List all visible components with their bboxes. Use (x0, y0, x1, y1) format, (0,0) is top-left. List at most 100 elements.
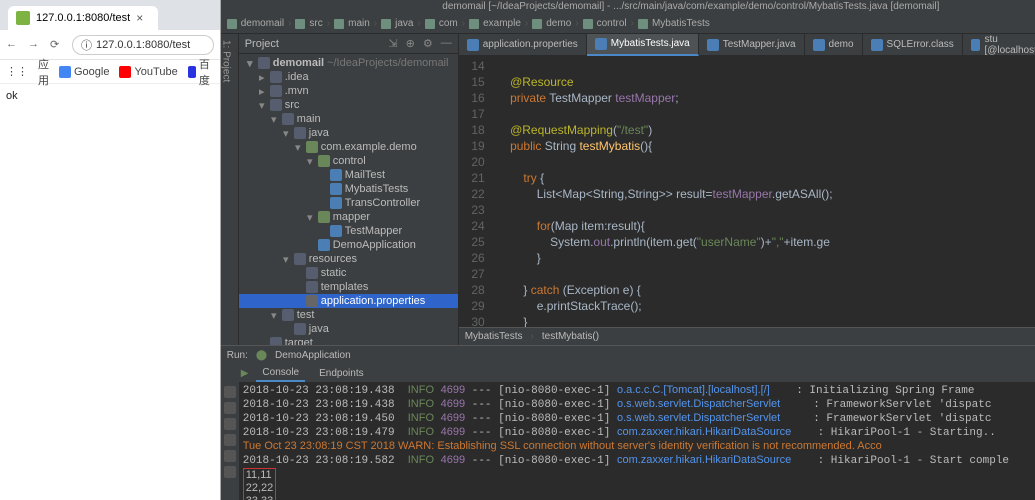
breadcrumb-item[interactable]: java (395, 18, 413, 29)
settings-icon[interactable]: ⚙ (423, 37, 433, 50)
breadcrumb-item[interactable]: demomail (241, 18, 284, 29)
page-content: ok (0, 84, 220, 108)
run-tabs: ▶ Console Endpoints (221, 364, 1035, 382)
hide-icon[interactable]: — (441, 37, 452, 50)
breadcrumb-item[interactable]: src (309, 18, 322, 29)
down-icon[interactable] (224, 418, 236, 430)
folder-icon (270, 99, 282, 111)
editor-tab[interactable]: MybatisTests.java (587, 34, 699, 56)
folder-icon (306, 281, 318, 293)
editor-tab[interactable]: TestMapper.java (699, 34, 805, 56)
stop-icon[interactable] (224, 386, 236, 398)
file-type-icon (707, 39, 719, 51)
project-tree[interactable]: ▾demomail ~/IdeaProjects/demomail▸.idea▸… (239, 54, 458, 345)
console-gutter (221, 382, 239, 500)
console-output[interactable]: 2018-10-23 23:08:19.438 INFO 4699 --- [n… (239, 382, 1035, 500)
tree-item[interactable]: ▾main (239, 112, 458, 126)
youtube-icon (119, 66, 131, 78)
nav-crumb[interactable]: MybatisTests (465, 331, 523, 342)
rerun-icon[interactable]: ▶ (241, 368, 249, 379)
tree-item[interactable]: DemoApplication (239, 238, 458, 252)
tree-item[interactable]: ▾test (239, 308, 458, 322)
tree-item[interactable]: ▾src (239, 98, 458, 112)
tree-item[interactable]: ▸.idea (239, 70, 458, 84)
editor-tab[interactable]: stu [@localhost] (963, 34, 1035, 56)
project-header-label[interactable]: Project (245, 38, 279, 50)
forward-icon[interactable]: → (28, 38, 42, 52)
wrap-icon[interactable] (224, 450, 236, 462)
browser-window: 127.0.0.1:8080/test × ← → ⟳ ⓘ 127.0.0.1:… (0, 0, 221, 500)
class-icon (318, 239, 330, 251)
response-text: ok (6, 90, 18, 102)
tree-item[interactable]: templates (239, 280, 458, 294)
pause-icon[interactable] (224, 402, 236, 414)
breadcrumb-item[interactable]: MybatisTests (652, 18, 710, 29)
folder-icon (294, 253, 306, 265)
tree-item[interactable]: ▾com.example.demo (239, 140, 458, 154)
tree-item[interactable]: TestMapper (239, 224, 458, 238)
close-window-icon[interactable] (229, 2, 239, 12)
tree-item[interactable]: static (239, 266, 458, 280)
run-config-name[interactable]: DemoApplication (275, 350, 351, 361)
url-input[interactable]: ⓘ 127.0.0.1:8080/test (72, 35, 214, 55)
tree-item[interactable]: ▾demomail ~/IdeaProjects/demomail (239, 56, 458, 70)
tree-item[interactable]: MybatisTests (239, 182, 458, 196)
bookmark-item[interactable]: YouTube (119, 66, 177, 78)
breadcrumb-item[interactable]: demo (546, 18, 571, 29)
file-type-icon (971, 39, 981, 51)
minimize-window-icon[interactable] (245, 2, 255, 12)
tree-item[interactable]: TransController (239, 196, 458, 210)
editor-tab[interactable]: application.properties (459, 34, 587, 56)
bookmark-item[interactable]: 应用 (38, 56, 49, 88)
project-pane: Project ⇲ ⊕ ⚙ — ▾demomail ~/IdeaProjects… (239, 34, 459, 345)
code-editor[interactable]: 14 15 16 17 18 19 20 21 22 23 24 25 26 2… (459, 56, 1035, 327)
apps-icon[interactable]: ⋮⋮ (6, 65, 28, 78)
folder-icon (294, 323, 306, 335)
file-type-icon (595, 38, 607, 50)
tree-label: com.example.demo (321, 141, 417, 153)
folder-icon (282, 113, 294, 125)
tree-item[interactable]: application.properties (239, 294, 458, 308)
favicon-icon (16, 11, 30, 25)
close-tab-icon[interactable]: × (136, 11, 143, 25)
tree-item[interactable]: java (239, 322, 458, 336)
endpoints-tab[interactable]: Endpoints (313, 366, 369, 381)
zoom-window-icon[interactable] (261, 2, 271, 12)
tree-item[interactable]: MailTest (239, 168, 458, 182)
editor-tab[interactable]: SQLError.class (863, 34, 963, 56)
breadcrumb-item[interactable]: main (348, 18, 370, 29)
expand-icon[interactable]: ⊕ (406, 37, 415, 50)
code-content[interactable]: @Resource private TestMapper testMapper;… (491, 56, 1035, 327)
gutter: 14 15 16 17 18 19 20 21 22 23 24 25 26 2… (459, 56, 491, 327)
pkg-icon (318, 211, 330, 223)
tree-item[interactable]: ▾mapper (239, 210, 458, 224)
folder-icon (282, 309, 294, 321)
tree-label: TestMapper (345, 225, 402, 237)
reload-icon[interactable]: ⟳ (50, 38, 64, 52)
breadcrumb-item[interactable]: control (597, 18, 627, 29)
tree-item[interactable]: target (239, 336, 458, 345)
tree-item[interactable]: ▾resources (239, 252, 458, 266)
collapse-icon[interactable]: ⇲ (388, 37, 397, 50)
editor-tab[interactable]: demo (805, 34, 863, 56)
console-tab[interactable]: Console (256, 365, 305, 382)
tree-label: target (285, 337, 313, 345)
project-tool-button[interactable]: 1: Project (221, 34, 239, 345)
breadcrumb-item[interactable]: example (483, 18, 521, 29)
tree-item[interactable]: ▾control (239, 154, 458, 168)
tree-item[interactable]: ▾java (239, 126, 458, 140)
nav-crumb[interactable]: testMybatis() (542, 331, 599, 342)
tree-label: java (309, 323, 329, 335)
browser-tab[interactable]: 127.0.0.1:8080/test × (8, 6, 158, 30)
print-icon[interactable] (224, 466, 236, 478)
back-icon[interactable]: ← (6, 38, 20, 52)
up-icon[interactable] (224, 434, 236, 446)
google-icon (59, 66, 71, 78)
bookmark-item[interactable]: 百度 (188, 56, 214, 88)
folder-icon (306, 267, 318, 279)
tree-item[interactable]: ▸.mvn (239, 84, 458, 98)
pkg-icon (306, 141, 318, 153)
window-controls (221, 0, 1035, 14)
breadcrumb-item[interactable]: com (439, 18, 458, 29)
bookmark-item[interactable]: Google (59, 66, 109, 78)
